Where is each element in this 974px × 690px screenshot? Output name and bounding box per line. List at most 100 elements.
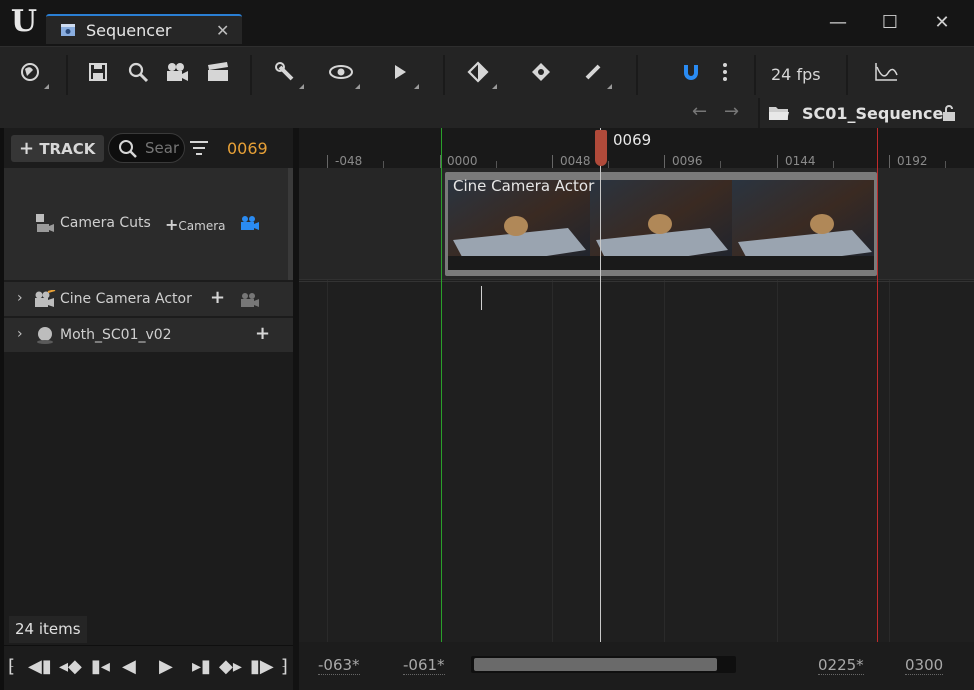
add-track-plus-icon[interactable]: + [255, 323, 270, 344]
add-track-label: TRACK [39, 140, 96, 158]
add-track-plus-icon[interactable]: + [210, 287, 225, 308]
text-cursor [481, 286, 482, 310]
ruler-tick [945, 161, 946, 168]
step-forward-key-icon[interactable]: ◆▸ [219, 656, 242, 677]
play-reverse-icon[interactable]: ◀ [122, 656, 136, 677]
back-arrow-icon[interactable]: ← [692, 101, 707, 122]
sequence-name[interactable]: SC01_Sequence [802, 104, 943, 123]
plus-icon: + [19, 138, 35, 159]
chevron-right-icon[interactable]: › [17, 290, 23, 306]
toolbar-separator [250, 55, 252, 95]
curve-editor-icon[interactable] [873, 61, 899, 87]
track-outliner: + TRACK 0069 Camera Cuts +Camera › Cine … [4, 128, 293, 645]
playback-start-marker[interactable] [441, 128, 442, 642]
working-range-start[interactable]: -061* [403, 656, 445, 675]
timeline-area[interactable]: -048 0000 0048 0096 0144 0192 Cine Camer… [299, 128, 974, 690]
ruler-tick [496, 161, 497, 168]
thumbnail-frame [590, 180, 732, 270]
more-options-icon[interactable] [712, 61, 738, 87]
add-camera-button[interactable]: +Camera [165, 215, 226, 234]
ruler-tick-label: 0048 [560, 154, 591, 168]
track-label: Cine Camera Actor [60, 291, 192, 307]
camera-cuts-label: Camera Cuts [60, 215, 151, 231]
sequence-nav-bar: ← → SC01_Sequence [0, 98, 974, 128]
sequencer-clapper-icon [61, 24, 75, 36]
current-frame-readout[interactable]: 0069 [227, 139, 268, 158]
forward-arrow-icon[interactable]: → [724, 101, 739, 122]
step-back-key-icon[interactable]: ◂◆ [59, 656, 82, 677]
plus-icon: + [165, 215, 179, 234]
unlock-icon[interactable] [940, 104, 958, 122]
items-count: 24 items [9, 616, 87, 643]
view-range-end[interactable]: 0300 [905, 656, 944, 675]
playhead-frame-label: 0069 [613, 131, 652, 149]
auto-key-icon[interactable] [528, 61, 554, 87]
jump-to-end-icon[interactable]: ⁆ [281, 656, 288, 677]
eye-icon[interactable] [328, 61, 360, 89]
search-input[interactable] [145, 139, 179, 157]
frame-rate-selector[interactable]: 24 fps [771, 65, 821, 84]
jump-to-start-icon[interactable]: ⁅ [8, 656, 15, 677]
view-range-start[interactable]: -063* [318, 656, 360, 675]
thumbnail-frame [732, 180, 874, 270]
playhead-line[interactable] [600, 128, 601, 642]
timeline-scrollbar[interactable] [471, 656, 736, 673]
clapperboard-icon[interactable] [205, 61, 231, 87]
lane-divider [299, 281, 974, 282]
title-bar: U Sequencer ✕ — ☐ ✕ [0, 0, 974, 46]
chevron-right-icon[interactable]: › [17, 326, 23, 342]
ruler-tick [720, 161, 721, 168]
camera-icon[interactable] [164, 61, 190, 87]
unreal-logo-icon[interactable]: U [8, 6, 40, 38]
snap-magnet-icon[interactable] [678, 61, 704, 87]
camera-cuts-track[interactable]: Camera Cuts +Camera [4, 168, 288, 280]
tab-sequencer[interactable]: Sequencer ✕ [46, 14, 242, 44]
play-icon[interactable]: ▶ [159, 656, 173, 677]
play-options-icon[interactable] [387, 61, 419, 89]
transport-controls: ⁅ ◀▮ ◂◆ ▮◂ ◀ ▶ ▸▮ ◆▸ ▮▶ ⁆ [4, 646, 293, 690]
ruler-tick [664, 155, 665, 168]
cine-camera-icon [35, 290, 56, 307]
tab-close-icon[interactable]: ✕ [216, 21, 229, 40]
previous-key-icon[interactable]: ◀▮ [28, 656, 52, 677]
working-range-end[interactable]: 0225* [818, 656, 864, 675]
step-forward-frame-icon[interactable]: ▸▮ [192, 656, 211, 677]
toolbar-separator [66, 55, 68, 95]
maximize-button[interactable]: ☐ [875, 11, 905, 35]
wrench-icon[interactable] [272, 61, 304, 89]
folder-icon[interactable] [768, 105, 790, 121]
actor-sphere-icon [37, 327, 53, 344]
camera-shot-section[interactable]: Cine Camera Actor [445, 172, 877, 276]
add-camera-label: Camera [178, 219, 226, 233]
track-label: Moth_SC01_v02 [60, 327, 172, 343]
key-diamond-icon[interactable] [465, 61, 497, 89]
close-window-button[interactable]: ✕ [927, 11, 957, 35]
ruler-tick-label: -048 [335, 154, 363, 168]
pencil-icon[interactable] [580, 61, 612, 89]
world-icon[interactable] [17, 61, 49, 89]
scrollbar-thumb[interactable] [474, 658, 717, 671]
save-icon[interactable] [85, 61, 111, 87]
filter-icon[interactable] [190, 140, 208, 156]
search-icon [119, 140, 137, 158]
track-row[interactable]: › Cine Camera Actor + [4, 282, 293, 316]
playback-end-marker[interactable] [877, 128, 878, 642]
next-key-icon[interactable]: ▮▶ [250, 656, 274, 677]
nav-separator [758, 98, 760, 128]
ruler-tick-label: 0000 [447, 154, 478, 168]
ruler-tick [833, 161, 834, 168]
camera-lock-icon[interactable] [240, 215, 260, 231]
add-track-button[interactable]: + TRACK [11, 135, 104, 162]
minimize-button[interactable]: — [823, 11, 853, 35]
ruler-tick-label: 0096 [672, 154, 703, 168]
range-bar: -063* -061* 0225* 0300 [299, 642, 974, 690]
ruler-tick [552, 155, 553, 168]
camera-lock-icon[interactable] [240, 292, 260, 308]
track-row[interactable]: › Moth_SC01_v02 + [4, 318, 293, 352]
track-search[interactable] [108, 133, 185, 163]
step-back-frame-icon[interactable]: ▮◂ [91, 656, 110, 677]
sequencer-toolbar: 24 fps [0, 46, 974, 98]
ruler-tick-label: 0144 [785, 154, 816, 168]
playhead-handle[interactable] [595, 130, 607, 166]
search-icon[interactable] [125, 61, 151, 87]
